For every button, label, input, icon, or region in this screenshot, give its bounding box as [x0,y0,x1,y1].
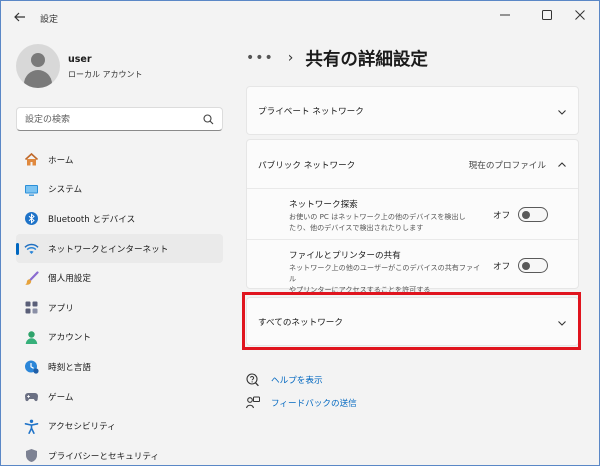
home-icon [23,152,39,168]
account-icon [23,329,39,345]
feedback-icon [246,396,260,410]
chevron-down-icon [558,321,566,326]
sidebar-item-label: アプリ [48,303,74,314]
network-discovery-toggle[interactable] [518,207,548,222]
private-network-card[interactable]: プライベート ネットワーク [246,86,579,135]
sidebar-item-personalization[interactable]: 個人用設定 [16,263,223,293]
chevron-up-icon [558,162,566,167]
close-icon [575,10,585,20]
sidebar-item-label: ホーム [48,155,74,166]
minimize-button[interactable] [488,4,522,26]
file-printer-sharing-description: ネットワーク上の他のユーザーがこのデバイスの共有ファイル やプリンターにアクセス… [289,263,481,294]
help-icon [246,373,260,387]
sidebar-item-accessibility[interactable]: アクセシビリティ [16,411,223,441]
close-button[interactable] [563,4,597,26]
title-bar: 設定 [0,0,600,34]
settings-search[interactable] [16,107,223,131]
gamepad-icon [23,389,39,405]
user-name: user [68,54,92,65]
user-profile[interactable]: user ローカル アカウント [16,44,226,92]
breadcrumb-separator: › [287,50,294,66]
file-printer-sharing-row: ファイルとプリンターの共有 ネットワーク上の他のユーザーがこのデバイスの共有ファ… [247,239,578,294]
page-title: 共有の詳細設定 [305,49,428,70]
public-network-title: パブリック ネットワーク [258,161,356,171]
sidebar-item-label: ゲーム [48,392,74,403]
back-button[interactable] [10,9,30,25]
search-icon [203,114,214,125]
sidebar-item-gaming[interactable]: ゲーム [16,382,223,412]
avatar [16,44,60,88]
app-title: 設定 [40,15,59,25]
apps-icon [23,300,39,316]
help-link[interactable]: ヘルプを表示 [246,370,446,390]
sidebar-item-system[interactable]: システム [16,175,223,205]
arrow-left-icon [14,12,25,22]
file-printer-sharing-title: ファイルとプリンターの共有 [289,251,401,261]
bluetooth-icon [23,211,39,227]
sidebar-nav: ホーム システム Bluetooth とデバイス ネットワークとインターネット … [16,145,223,466]
feedback-link-label: フィードバックの送信 [271,399,357,409]
public-network-card: パブリック ネットワーク 現在のプロファイル ネットワーク探索 お使いの PC … [246,139,579,294]
sidebar-item-label: 個人用設定 [48,274,91,285]
sidebar-item-accounts[interactable]: アカウント [16,323,223,353]
sidebar-item-apps[interactable]: アプリ [16,293,223,323]
all-networks-title: すべてのネットワーク [258,318,343,328]
sidebar-item-label: アクセシビリティ [48,422,116,433]
sidebar-item-label: 時刻と言語 [48,362,91,373]
sidebar-item-label: アカウント [48,333,91,344]
network-discovery-state: オフ [493,211,511,221]
sidebar-item-bluetooth[interactable]: Bluetooth とデバイス [16,204,223,234]
breadcrumb-overflow-button[interactable]: ••• [246,50,274,66]
network-discovery-row: ネットワーク探索 お使いの PC はネットワーク上の他のデバイスを検出し たり、… [247,188,578,239]
sidebar-item-label: ネットワークとインターネット [48,244,169,255]
public-network-header[interactable]: パブリック ネットワーク 現在のプロファイル [247,140,578,188]
sidebar-item-privacy[interactable]: プライバシーとセキュリティ [16,441,223,466]
search-input[interactable] [25,112,205,127]
private-network-title: プライベート ネットワーク [258,107,364,117]
all-networks-card[interactable]: すべてのネットワーク [246,297,579,346]
system-icon [23,181,39,197]
file-printer-sharing-toggle[interactable] [518,258,548,273]
maximize-icon [542,10,552,20]
sidebar-item-home[interactable]: ホーム [16,145,223,175]
sidebar-item-label: プライバシーとセキュリティ [48,451,160,462]
network-discovery-title: ネットワーク探索 [289,200,358,210]
chevron-down-icon [558,110,566,115]
file-printer-sharing-state: オフ [493,262,511,272]
sidebar-item-label: Bluetooth とデバイス [48,214,136,225]
accessibility-icon [23,418,39,434]
time-language-icon [23,359,39,375]
shield-icon [23,448,39,464]
network-discovery-description: お使いの PC はネットワーク上の他のデバイスを検出し たり、他のデバイスで検出… [289,212,466,232]
help-link-label: ヘルプを表示 [271,376,323,386]
brush-icon [23,270,39,286]
maximize-button[interactable] [530,4,564,26]
sidebar-item-label: システム [48,185,83,196]
feedback-link[interactable]: フィードバックの送信 [246,393,446,413]
breadcrumb: ••• › 共有の詳細設定 [246,44,428,72]
minimize-icon [500,14,510,16]
user-account-type: ローカル アカウント [68,70,143,79]
sidebar-item-network[interactable]: ネットワークとインターネット [16,233,223,264]
wifi-icon [23,241,39,257]
sidebar-item-time-language[interactable]: 時刻と言語 [16,352,223,382]
current-profile-label: 現在のプロファイル [468,161,546,171]
